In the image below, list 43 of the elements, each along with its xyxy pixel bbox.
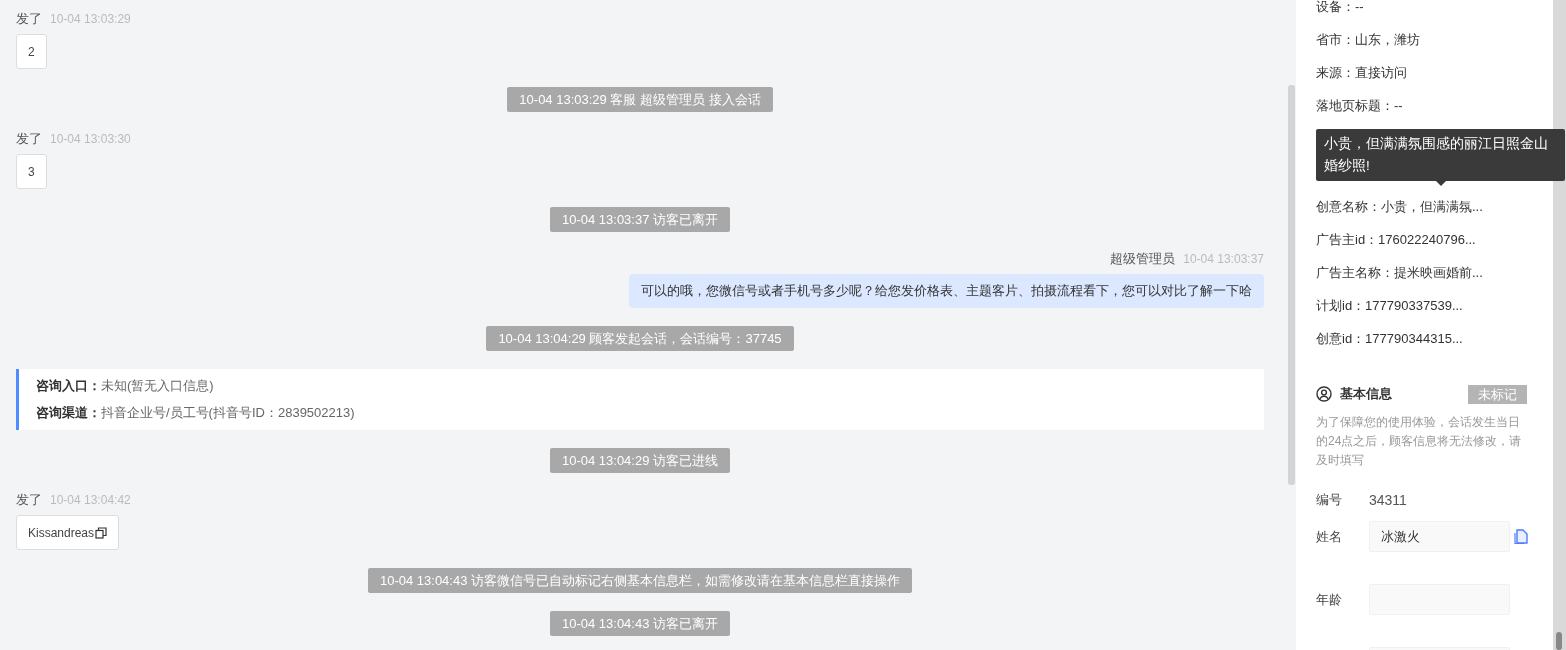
notice-text: 为了保障您的使用体验，会话发生当日的24点之后，顾客信息将无法修改，请及时填写 bbox=[1316, 414, 1523, 469]
tooltip: 小贵，但满满氛围感的丽江日照金山婚纱照! bbox=[1316, 129, 1565, 181]
message-time: 10-04 13:03:30 bbox=[50, 131, 131, 148]
message-time: 10-04 13:03:29 bbox=[50, 11, 131, 28]
input-field[interactable]: 冰激火 bbox=[1369, 521, 1510, 552]
system-notice: 10-04 13:04:43 访客已离开 bbox=[549, 611, 731, 636]
sender-name: 超级管理员 bbox=[1110, 250, 1176, 268]
sender-name: 发了 bbox=[16, 10, 42, 28]
field-label: 编号 bbox=[1316, 490, 1343, 509]
message-time: 10-04 13:03:37 bbox=[1183, 251, 1264, 268]
detail-row-text: 落地页标题：-- bbox=[1316, 99, 1404, 115]
system-notice: 10-04 13:04:29 顾客发起会话，会话编号：37745 bbox=[486, 326, 794, 351]
detail-row-text: 计划id：177790337539... bbox=[1316, 299, 1464, 315]
detail-row-text: 广告主名称：提米映画婚前... bbox=[1316, 266, 1484, 282]
section-title: 基本信息 bbox=[1340, 385, 1393, 403]
info-line: 咨询入口：未知(暂无入口信息) bbox=[36, 377, 215, 395]
info-line: 咨询渠道：抖音企业号/员工号(抖音号ID：2839502213) bbox=[36, 404, 356, 422]
status-tag: 未标记 bbox=[1468, 384, 1527, 404]
sender-name: 发了 bbox=[16, 130, 42, 148]
message-bubble: Kissandreas bbox=[16, 515, 120, 550]
tooltip-arrow bbox=[1436, 181, 1446, 186]
user-circle-icon bbox=[1316, 386, 1332, 402]
detail-row-text: 来源：直接访问 bbox=[1316, 66, 1408, 82]
message-time: 10-04 13:04:42 bbox=[50, 492, 131, 509]
detail-row-text: 创意名称：小贵，但满满氛... bbox=[1316, 200, 1484, 216]
system-notice: 10-04 13:04:43 访客微信号已自动标记右侧基本信息栏，如需修改请在基本信息栏直接操作 bbox=[367, 568, 913, 593]
detail-row-text: 设备：-- bbox=[1316, 0, 1365, 16]
detail-row-text: 省市：山东，潍坊 bbox=[1316, 33, 1421, 49]
message-bubble: 3 bbox=[16, 154, 47, 189]
detail-row-text: 广告主id：176022240796... bbox=[1316, 233, 1477, 249]
system-notice: 10-04 13:03:29 客服 超级管理员 接入会话 bbox=[507, 87, 773, 112]
sender-name: 发了 bbox=[16, 491, 42, 509]
message-bubble: 2 bbox=[16, 34, 47, 69]
detail-row-text: 创意id：177790344315... bbox=[1316, 332, 1464, 348]
copy-icon[interactable] bbox=[95, 526, 108, 539]
scrollbar-thumb[interactable] bbox=[1288, 85, 1295, 485]
system-notice: 10-04 13:03:37 访客已离开 bbox=[549, 207, 731, 232]
field-value: 34311 bbox=[1369, 491, 1407, 508]
field-label: 年龄 bbox=[1316, 590, 1343, 609]
message-bubble: 可以的哦，您微信号或者手机号多少呢？给您发价格表、主题客片、拍摄流程看下，您可以对比了解一下哈 bbox=[629, 274, 1264, 308]
field-label: 姓名 bbox=[1316, 527, 1343, 546]
scrollbar-thumb[interactable] bbox=[1556, 632, 1562, 650]
system-notice: 10-04 13:04:29 访客已进线 bbox=[549, 448, 731, 473]
